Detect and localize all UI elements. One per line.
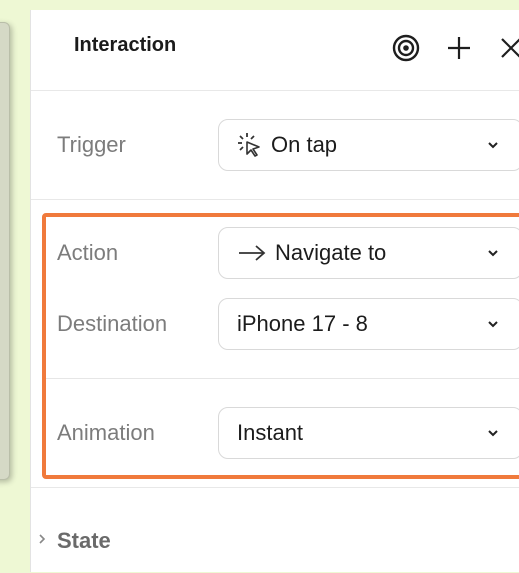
- chevron-right-icon: [37, 532, 47, 551]
- plus-icon[interactable]: [441, 30, 477, 66]
- action-label: Action: [57, 240, 119, 265]
- chevron-down-icon: [486, 246, 500, 265]
- interaction-panel: Interaction Trigger On tap Action Naviga…: [30, 10, 519, 572]
- close-icon[interactable]: [493, 30, 519, 66]
- action-value: Navigate to: [275, 240, 387, 265]
- panel-title: Interaction: [74, 34, 177, 56]
- animation-dropdown[interactable]: Instant: [218, 407, 519, 459]
- target-icon[interactable]: [388, 30, 424, 66]
- animation-label: Animation: [57, 420, 155, 445]
- destination-value: iPhone 17 - 8: [237, 311, 368, 336]
- trigger-value: On tap: [271, 132, 338, 157]
- trigger-label: Trigger: [57, 132, 126, 157]
- state-section-toggle[interactable]: State: [31, 487, 519, 573]
- trigger-section: Trigger On tap: [31, 91, 519, 200]
- state-label: State: [57, 528, 111, 553]
- destination-label: Destination: [57, 311, 168, 336]
- action-dropdown[interactable]: Navigate to: [218, 227, 519, 279]
- arrow-right-icon: [237, 243, 267, 263]
- section-divider: [43, 378, 519, 379]
- chevron-down-icon: [486, 317, 500, 336]
- chevron-down-icon: [486, 426, 500, 445]
- animation-value: Instant: [237, 420, 304, 445]
- trigger-dropdown[interactable]: On tap: [218, 119, 519, 171]
- panel-header: Interaction: [31, 10, 519, 91]
- canvas-frame-edge: [0, 22, 10, 480]
- tap-cursor-icon: [237, 132, 263, 158]
- chevron-down-icon: [486, 138, 500, 157]
- destination-dropdown[interactable]: iPhone 17 - 8: [218, 298, 519, 350]
